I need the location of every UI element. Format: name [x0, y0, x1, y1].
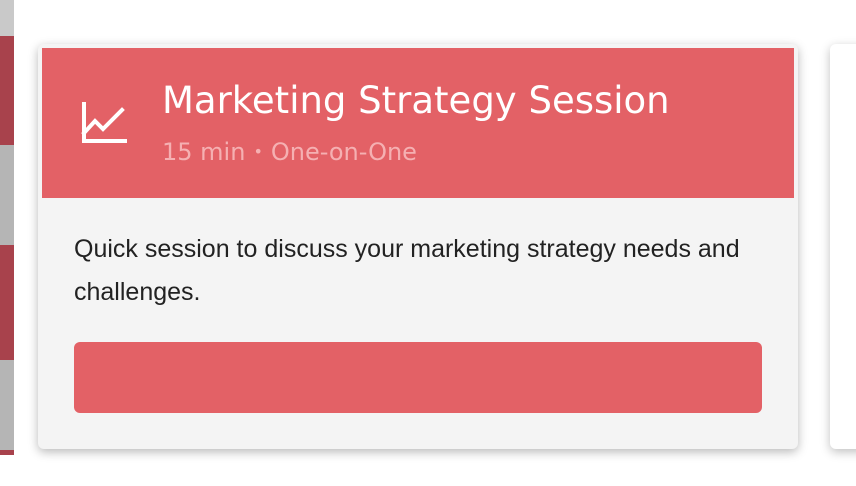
background-edge [0, 0, 14, 486]
book-session-button[interactable] [74, 342, 762, 413]
session-card: Marketing Strategy Session 15 min • One-on… [38, 44, 798, 449]
session-type-label: One-on-One [270, 138, 417, 166]
card-header: Marketing Strategy Session 15 min • One-on… [42, 48, 794, 198]
card-title: Marketing Strategy Session [162, 79, 670, 122]
card-description: Quick session to discuss your marketing … [74, 235, 740, 306]
next-session-card[interactable] [830, 44, 856, 449]
card-meta: 15 min • One-on-One [162, 137, 417, 170]
line-chart-icon [81, 102, 127, 143]
duration-label: 15 min [162, 138, 246, 166]
page: Marketing Strategy Session 15 min • One-on… [0, 0, 856, 486]
meta-separator: • [253, 142, 263, 161]
